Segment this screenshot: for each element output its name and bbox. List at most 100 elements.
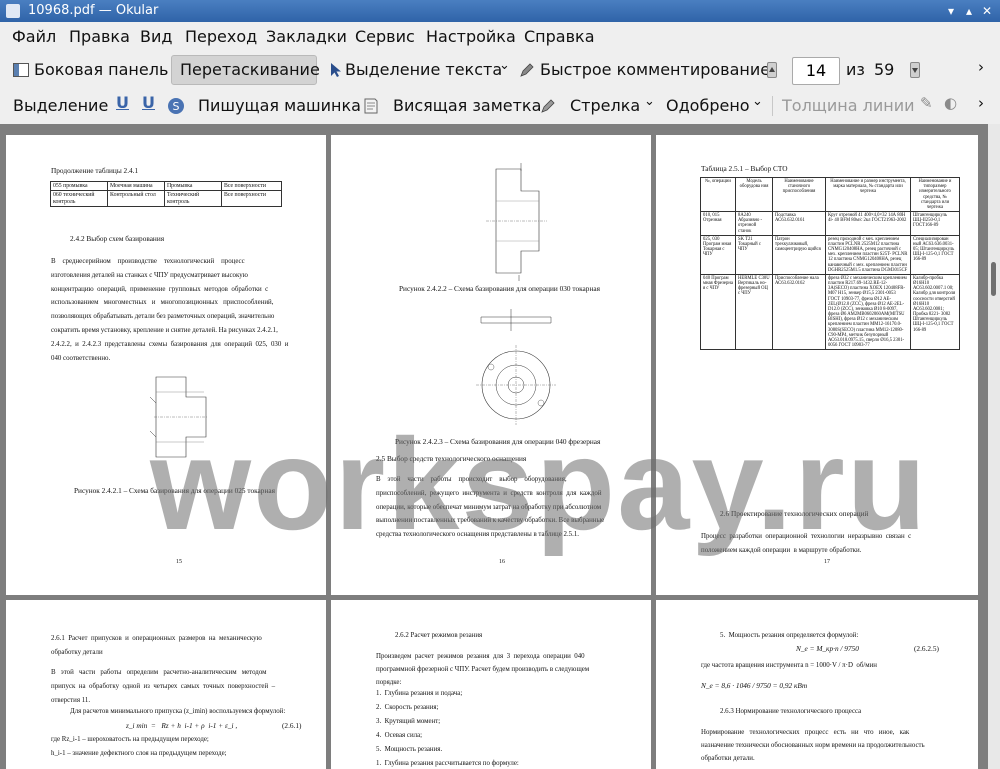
sidebar-button[interactable]: Боковая панель [34,60,168,79]
formula-number: (2.6.2.5) [914,644,939,653]
underline-icon[interactable]: U [116,93,129,112]
section-heading: 2.4.2 Выбор схем базирования [70,234,165,243]
figure-2-4-2-1 [149,376,208,458]
list-item: 5. Мощность резания определяется формуло… [720,632,859,639]
menu-go[interactable]: Переход [185,27,257,46]
page-16: Рисунок 2.4.2.2 – Схема базирования для … [331,135,651,595]
figure-2-4-2-3 [476,309,556,425]
document-viewport[interactable]: Продолжение таблицы 2.4.1 055 промывка М… [0,124,988,769]
text-select-button[interactable]: Выделение текста [345,60,502,79]
page-total-label: 59 [874,60,895,79]
page-number: 17 [824,559,830,565]
scrollbar-thumb[interactable] [991,262,996,296]
sidebar-icon [13,63,29,77]
previous-page-icon[interactable] [767,62,777,78]
strikeout-icon[interactable]: S [167,97,185,115]
menu-edit[interactable]: Правка [69,27,130,46]
toolbar-overflow-chevron-right-icon[interactable]: › [978,58,984,76]
body-text: В среднесерийном производстве технологич… [51,258,289,362]
page-20: 5. Мощность резания определяется формуло… [656,600,978,769]
table-title: Таблица 2.5.1 – Выбор СТО [701,164,788,173]
list-item: 3. Крутящий момент; [376,718,441,725]
list-item: 2. Скорость резания; [376,704,439,711]
section-heading: 2.5 Выбор средств технологического оснащ… [376,454,527,463]
close-icon[interactable]: ✕ [980,4,994,18]
table-row: 010, 015 Отрезная 8А240 Абразивно - отре… [700,211,960,236]
section-heading: 2.6 Проектирование технологических опера… [720,509,869,518]
page-number: 15 [176,559,182,565]
power-formula: N_e = M_кр·n / 9750 [796,644,859,653]
page-of-label: из [846,60,865,79]
maximize-icon[interactable]: ▴ [962,4,976,18]
menu-settings[interactable]: Настройка [426,27,516,46]
formula-where: h_i-1 – значение дефектного слоя на пред… [51,750,227,757]
page-number-input[interactable]: 14 [792,57,840,85]
section-heading: 2.6.3 Нормирование технологического проц… [720,708,862,715]
list-item: 5. Мощность резания. [376,746,443,753]
section-heading: 2.6.2 Расчет режимов резания [395,632,483,639]
table-row: 025, 030 Програм мная Токарная с ЧПУ SK … [700,234,960,275]
drag-mode-label: Перетаскивание [180,60,320,79]
pen-icon [520,63,534,77]
menu-file[interactable]: Файл [12,27,56,46]
sto-table: №, операции Модель оборудова ния Наимено… [700,176,960,351]
popup-note-button[interactable]: Висящая заметка [393,96,541,115]
typewriter-button[interactable]: Пишущая машинка [198,96,361,115]
figure-caption: Рисунок 2.4.2.1 – Схема базирования для … [74,486,275,495]
svg-text:S: S [173,100,180,113]
section-heading: 2.6.1 Расчет припусков и операционных ра… [51,635,262,656]
fill-color-icon[interactable]: ◐ [944,94,957,112]
formula-where: где Rz_i-1 – шероховатость на предыдущем… [51,736,209,743]
page-18: 2.6.1 Расчет припусков и операционных ра… [6,600,326,769]
power-calculation: N_e = 8,6 · 1046 / 9750 = 0,92 кВт [701,681,808,690]
line-color-icon[interactable]: ✎ [920,94,933,112]
stamp-button[interactable]: Одобрено [666,96,750,115]
table-row: 055 промывка Моечная машина Промывка Все… [50,180,282,192]
main-toolbar: Боковая панель Перетаскивание Выделение … [0,52,1000,89]
list-item: 1. Глубина резания рассчитывается по фор… [376,760,519,767]
quick-annotate-button[interactable]: Быстрое комментирование [540,60,770,79]
body-text: В этой части работы определим расчетно-а… [51,669,276,704]
formula-intro: Для расчетов минимального припуска (z_im… [70,708,286,715]
table-row: 060 технический контроль Контрольный сто… [50,190,282,208]
line-width-button[interactable]: Толщина линии [782,96,915,115]
next-page-icon[interactable] [910,62,920,78]
figure-caption-2-4-2-2: Рисунок 2.4.2.2 – Схема базирования для … [399,284,600,293]
minimize-icon[interactable]: ▾ [944,4,958,18]
annotation-overflow-chevron-right-icon[interactable]: › [978,94,984,112]
menu-tools[interactable]: Сервис [355,27,415,46]
okular-app-icon [6,4,20,18]
formula-where: где частота вращения инструмента n = 100… [701,662,877,669]
formula: z_i min = Rz + h i-1 + ρ i-1 + ε_i , [126,721,238,730]
vertical-scrollbar[interactable] [988,124,1000,769]
menu-view[interactable]: Вид [140,27,172,46]
body-text: Процесс разработки операционной технолог… [701,533,912,554]
body-text: Нормирование технологических процесс ест… [701,729,925,763]
figure-caption-2-4-2-3: Рисунок 2.4.2.3 – Схема базирования для … [395,437,601,446]
table-row: №, операции Модель оборудова ния Наимено… [700,176,960,213]
arrow-chevron-down-icon[interactable]: ⌄ [644,94,655,109]
table-continuation-label: Продолжение таблицы 2.4.1 [51,166,139,175]
cursor-icon [331,63,341,77]
arrow-button[interactable]: Стрелка [570,96,640,115]
title-bar: 10968.pdf — Okular ▾ ▴ ✕ [0,0,1000,22]
arrow-pen-icon [541,99,555,113]
stamp-chevron-down-icon[interactable]: ⌄ [752,94,763,109]
formula-number: (2.6.1) [282,721,302,730]
annotation-toolbar: Выделение U U S Пишущая машинка Висящая … [0,88,1000,125]
page-number: 16 [499,559,505,565]
menu-bar: Файл Правка Вид Переход Закладки Сервис … [0,22,1000,52]
list-item: 1. Глубина резания и подача; [376,690,463,697]
ops-table-cont: 055 промывка Моечная машина Промывка Все… [50,180,282,208]
figure-2-4-2-2 [486,163,547,281]
menu-help[interactable]: Справка [524,27,595,46]
highlight-button[interactable]: Выделение [13,96,108,115]
page-15: Продолжение таблицы 2.4.1 055 промывка М… [6,135,326,595]
page-17: Таблица 2.5.1 – Выбор СТО №, операции Мо… [656,135,978,595]
table-row: 040 Програм мная Фрезерна я с ЧПУ HERMLE… [700,273,960,351]
menu-bookmarks[interactable]: Закладки [266,27,347,46]
toolbar-separator [772,96,773,116]
squiggly-underline-icon[interactable]: U [142,93,155,112]
text-select-chevron-down-icon[interactable]: ⌄ [499,58,510,73]
body-text: В этой части работы происходит выбор обо… [376,476,605,539]
